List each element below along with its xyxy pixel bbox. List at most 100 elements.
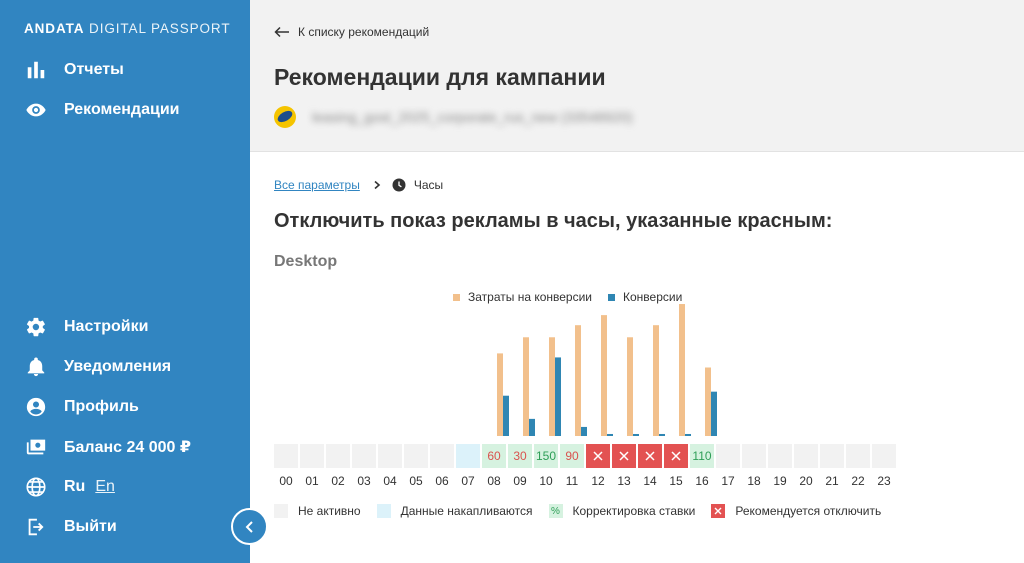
hour-label-08: 08 [487, 474, 501, 488]
legend-adjust-label: Корректировка ставки [572, 504, 696, 518]
sidebar-item-label: Уведомления [64, 358, 172, 375]
hour-label-04: 04 [383, 474, 397, 488]
hour-label-13: 13 [617, 474, 631, 488]
hour-cell-07 [456, 444, 480, 468]
lang-ru-option[interactable]: Ru [64, 478, 85, 496]
hour-cell-12[interactable] [586, 444, 610, 468]
legend-adjust: % Корректировка ставки [548, 504, 696, 518]
sidebar-item-notifications[interactable]: Уведомления [24, 355, 171, 379]
hour-cell-21 [820, 444, 844, 468]
breadcrumb: Все параметры Часы [274, 178, 443, 192]
legend-accumulating-box [376, 504, 391, 518]
lang-en-option[interactable]: En [95, 478, 115, 496]
gear-icon [24, 315, 48, 339]
sidebar-item-language: Ru En [24, 475, 115, 499]
eye-icon [24, 98, 48, 122]
hour-cell-06 [430, 444, 454, 468]
hour-cell-10: 150 [534, 444, 558, 468]
section-title: Отключить показ рекламы в часы, указанны… [274, 210, 833, 232]
hour-label-11: 11 [565, 474, 579, 488]
bar-conversions-11 [581, 426, 587, 436]
device-label: Desktop [274, 253, 338, 270]
hour-label-10: 10 [539, 474, 553, 488]
bar-spend-11 [575, 325, 581, 436]
arrow-left-icon [274, 26, 289, 38]
globe-icon [24, 475, 48, 499]
hour-cell-18 [742, 444, 766, 468]
close-icon [671, 451, 681, 461]
chevron-right-icon [374, 180, 381, 190]
sidebar: ANDATA DIGITAL PASSPORT Отчеты Рекоменда… [0, 0, 250, 563]
sidebar-item-balance[interactable]: Баланс 24 000 ₽ [24, 435, 191, 459]
hour-label-23: 23 [877, 474, 891, 488]
bar-spend-08 [497, 353, 503, 436]
hour-status-row: 60 30 150 90 110 [274, 444, 898, 468]
hour-label-12: 12 [591, 474, 605, 488]
hour-cell-00 [274, 444, 298, 468]
hour-label-07: 07 [461, 474, 475, 488]
close-icon [714, 507, 722, 515]
bid-adjust-value: 90 [565, 449, 579, 463]
hour-cell-13[interactable] [612, 444, 636, 468]
back-to-list-link[interactable]: К списку рекомендаций [274, 25, 429, 39]
wallet-icon [24, 435, 48, 459]
hour-cell-08: 60 [482, 444, 506, 468]
hour-cell-22 [846, 444, 870, 468]
sidebar-item-settings[interactable]: Настройки [24, 315, 148, 339]
bar-spend-13 [627, 337, 633, 436]
legend-inactive-label: Не активно [298, 504, 361, 518]
bar-conversions-09 [529, 418, 535, 436]
bar-conversions-12 [607, 433, 613, 436]
hour-cell-23 [872, 444, 896, 468]
hour-cell-16: 110 [690, 444, 714, 468]
logout-icon [24, 515, 48, 539]
page-header: К списку рекомендаций Рекомендации для к… [250, 0, 1024, 152]
logo-product: DIGITAL PASSPORT [89, 21, 231, 36]
logo-brand: ANDATA [24, 21, 85, 36]
hour-cell-14[interactable] [638, 444, 662, 468]
bar-conversions-10 [555, 357, 561, 436]
hour-label-17: 17 [721, 474, 735, 488]
hour-label-06: 06 [435, 474, 449, 488]
bar-spend-12 [601, 315, 607, 436]
status-legend: Не активно Данные накапливаются % Коррек… [274, 504, 897, 518]
bar-spend-15 [679, 304, 685, 436]
bar-conversions-13 [633, 433, 639, 436]
hour-cell-05 [404, 444, 428, 468]
breadcrumb-all-params[interactable]: Все параметры [274, 178, 360, 192]
close-icon [619, 451, 629, 461]
bar-spend-09 [523, 337, 529, 436]
hour-cell-04 [378, 444, 402, 468]
hour-label-00: 00 [279, 474, 293, 488]
legend-disable: Рекомендуется отключить [711, 504, 881, 518]
hour-cell-15[interactable] [664, 444, 688, 468]
sidebar-item-label: Профиль [64, 398, 139, 415]
chevron-left-icon [245, 520, 253, 533]
sidebar-collapse-button[interactable] [231, 508, 268, 545]
bar-spend-14 [653, 325, 659, 436]
legend-accumulating: Данные накапливаются [376, 504, 533, 518]
sidebar-item-reports[interactable]: Отчеты [24, 58, 124, 82]
legend-inactive-box [274, 504, 288, 518]
app-logo[interactable]: ANDATA DIGITAL PASSPORT [24, 21, 230, 36]
hour-label-20: 20 [799, 474, 813, 488]
sidebar-item-recommendations[interactable]: Рекомендации [24, 98, 180, 122]
bar-chart-icon [24, 58, 48, 82]
yandex-direct-icon [274, 106, 296, 128]
sidebar-item-logout[interactable]: Выйти [24, 515, 117, 539]
sidebar-item-profile[interactable]: Профиль [24, 395, 139, 419]
hour-cell-20 [794, 444, 818, 468]
bar-conversions-16 [711, 391, 717, 436]
hour-label-14: 14 [643, 474, 657, 488]
sidebar-item-label: Рекомендации [64, 101, 180, 118]
sidebar-item-label: Баланс 24 000 ₽ [64, 439, 191, 456]
hour-label-19: 19 [773, 474, 787, 488]
hour-cell-02 [326, 444, 350, 468]
hour-label-09: 09 [513, 474, 527, 488]
campaign-name: leasing_gost_2025_corporate_rus_new (335… [312, 109, 633, 125]
legend-inactive: Не активно [274, 504, 361, 518]
close-icon [593, 451, 603, 461]
hourly-bar-chart [497, 304, 717, 436]
bid-adjust-value: 150 [535, 449, 557, 463]
campaign-info: leasing_gost_2025_corporate_rus_new (335… [274, 106, 633, 128]
